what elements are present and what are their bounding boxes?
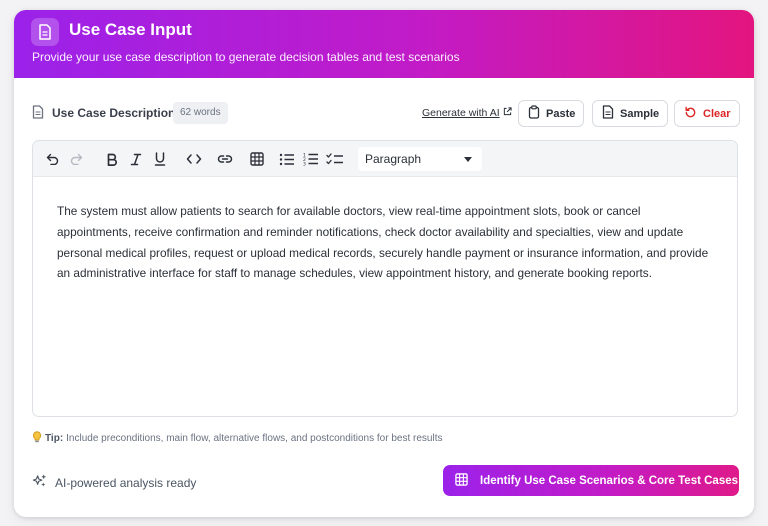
paragraph-style-select[interactable]: Paragraph [358,147,482,171]
generate-with-ai-link[interactable]: Generate with AI [422,107,512,119]
document-icon [31,18,59,46]
sample-button[interactable]: Sample [592,100,668,127]
chevron-down-icon [464,157,472,162]
paste-label: Paste [546,107,576,120]
bold-icon[interactable] [102,149,122,169]
redo-icon[interactable] [66,149,86,169]
bullet-list-icon[interactable] [277,149,297,169]
table-icon[interactable] [247,149,267,169]
word-count-badge: 62 words [173,102,228,124]
file-text-icon [32,105,44,124]
paste-button[interactable]: Paste [518,100,584,127]
generate-link-label: Generate with AI [422,107,500,119]
task-list-icon[interactable] [325,149,345,169]
clipboard-icon [528,105,540,122]
tip-text: Tip: Include preconditions, main flow, a… [32,431,442,446]
editor-toolbar: 123 Paragraph [33,141,737,177]
rotate-ccw-icon [684,106,697,122]
identify-scenarios-button[interactable]: Identify Use Case Scenarios & Core Test … [443,465,739,496]
underline-icon[interactable] [150,149,170,169]
link-icon[interactable] [215,149,235,169]
use-case-card: Use Case Input Provide your use case des… [14,10,754,517]
sparkles-icon [32,474,47,492]
ai-status: AI-powered analysis ready [32,474,196,492]
rich-text-editor: 123 Paragraph The system must allow pati… [32,140,738,417]
file-text-icon [602,105,614,122]
identify-scenarios-label: Identify Use Case Scenarios & Core Test … [480,474,739,487]
clear-button[interactable]: Clear [674,100,740,127]
description-header-row: Use Case Description 62 words Generate w… [32,100,740,127]
tip-body: Include preconditions, main flow, altern… [66,433,443,444]
clear-label: Clear [703,107,731,120]
external-link-icon [503,107,512,119]
paragraph-style-value: Paragraph [365,152,422,166]
italic-icon[interactable] [126,149,146,169]
card-header: Use Case Input Provide your use case des… [14,10,754,78]
description-label: Use Case Description [52,106,176,120]
ai-status-label: AI-powered analysis ready [55,476,197,490]
undo-icon[interactable] [43,149,63,169]
editor-content[interactable]: The system must allow patients to search… [57,201,717,284]
lightbulb-icon [32,431,42,446]
sample-label: Sample [620,107,660,120]
svg-text:3: 3 [303,162,306,167]
page-title: Use Case Input [69,20,192,39]
code-icon[interactable] [184,149,204,169]
page-subtitle: Provide your use case description to gen… [32,50,460,64]
numbered-list-icon[interactable]: 123 [301,149,321,169]
table-icon [455,472,468,489]
tip-label: Tip: [45,433,64,444]
